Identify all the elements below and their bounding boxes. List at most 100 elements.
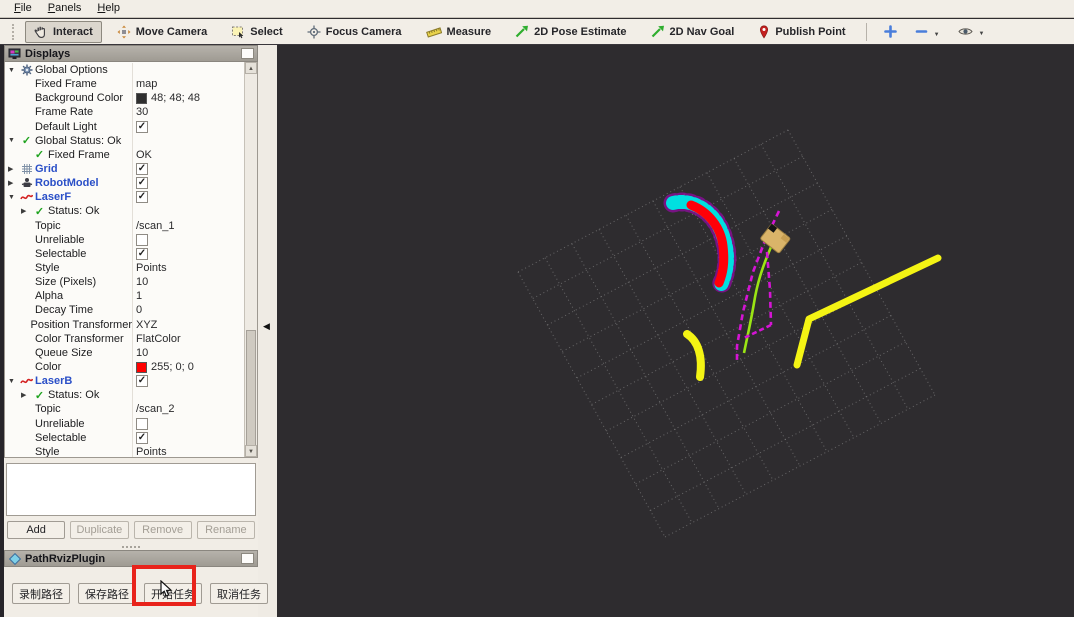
row-value-cell[interactable]: 0: [132, 304, 244, 316]
row-value-cell[interactable]: ✓: [132, 375, 244, 388]
checkbox-unchecked[interactable]: [136, 233, 148, 246]
color-swatch[interactable]: [136, 361, 147, 373]
tree-row-style[interactable]: Style Points: [5, 445, 244, 457]
tree-row-style[interactable]: Style Points: [5, 261, 244, 275]
row-value-cell[interactable]: ✓: [132, 191, 244, 204]
row-value-cell[interactable]: /scan_1: [132, 220, 244, 232]
row-value-cell[interactable]: 10: [132, 276, 244, 288]
row-value-cell[interactable]: map: [132, 78, 244, 90]
row-value-cell[interactable]: 10: [132, 347, 244, 359]
scroll-down-arrow[interactable]: ▼: [245, 445, 257, 457]
expander-open-icon[interactable]: ▼: [8, 378, 20, 385]
tool-eye-button[interactable]: ▼: [952, 22, 991, 41]
row-value-cell[interactable]: XYZ: [132, 319, 244, 331]
row-value-cell[interactable]: ✓: [132, 120, 244, 133]
panel-float-button[interactable]: [241, 48, 254, 59]
checkbox-checked[interactable]: ✓: [136, 375, 148, 388]
row-value-cell[interactable]: Points: [132, 446, 244, 457]
tree-row-queue-size[interactable]: Queue Size 10: [5, 346, 244, 360]
path-plugin-button-2[interactable]: 保存路径: [78, 583, 136, 604]
tool-publish-point[interactable]: Publish Point: [749, 21, 854, 43]
tree-row-fixed-frame[interactable]: Fixed Frame map: [5, 77, 244, 91]
tree-row-status-ok[interactable]: ▶ ✓ Status: Ok: [5, 204, 244, 218]
row-value-cell[interactable]: /scan_2: [132, 403, 244, 415]
tree-row-unreliable[interactable]: Unreliable: [5, 233, 244, 247]
panel-splitter-handle[interactable]: [4, 543, 258, 550]
color-swatch[interactable]: [136, 92, 147, 104]
row-value-cell[interactable]: ✓: [132, 431, 244, 444]
remove-button[interactable]: Remove: [133, 521, 192, 539]
tool-interact[interactable]: Interact: [25, 20, 102, 43]
panel-collapse-arrow-icon[interactable]: ◀: [263, 321, 270, 332]
expander-closed-icon[interactable]: ▶: [21, 207, 33, 215]
expander-closed-icon[interactable]: ▶: [8, 179, 20, 187]
row-value-cell[interactable]: Points: [132, 262, 244, 274]
expander-closed-icon[interactable]: ▶: [8, 165, 20, 173]
tree-row-frame-rate[interactable]: Frame Rate 30: [5, 105, 244, 119]
tree-row-grid[interactable]: ▶ Grid ✓: [5, 162, 244, 176]
menu-item-file[interactable]: File: [6, 1, 40, 16]
rename-button[interactable]: Rename: [196, 521, 255, 539]
row-value-cell[interactable]: OK: [132, 149, 244, 161]
menu-item-panels[interactable]: Panels: [40, 1, 90, 16]
tree-row-alpha[interactable]: Alpha 1: [5, 289, 244, 303]
row-value-cell[interactable]: 30: [132, 106, 244, 118]
checkbox-checked[interactable]: ✓: [136, 431, 148, 444]
add-button[interactable]: Add: [7, 521, 66, 539]
row-value-cell[interactable]: [132, 417, 244, 430]
tool-minus-button[interactable]: ▼: [909, 21, 946, 42]
checkbox-unchecked[interactable]: [136, 417, 148, 430]
row-value-cell[interactable]: ✓: [132, 247, 244, 260]
tree-row-default-light[interactable]: Default Light ✓: [5, 120, 244, 134]
checkbox-checked[interactable]: ✓: [136, 120, 148, 133]
row-value-cell[interactable]: 48; 48; 48: [132, 92, 244, 104]
tool-focus-camera[interactable]: Focus Camera: [298, 21, 411, 43]
displays-panel-header[interactable]: Displays: [4, 45, 258, 62]
tree-row-size-pixels-[interactable]: Size (Pixels) 10: [5, 275, 244, 289]
tree-row-color[interactable]: Color 255; 0; 0: [5, 360, 244, 374]
tree-row-color-transformer[interactable]: Color Transformer FlatColor: [5, 332, 244, 346]
tree-row-topic[interactable]: Topic/scan_2: [5, 402, 244, 416]
row-value-cell[interactable]: ✓: [132, 163, 244, 176]
expander-open-icon[interactable]: ▼: [8, 137, 20, 144]
plugin-float-button[interactable]: [241, 553, 254, 564]
tree-row-position-transformer[interactable]: Position Transformer XYZ: [5, 318, 244, 332]
tree-row-fixed-frame[interactable]: ✓ Fixed Frame OK: [5, 148, 244, 162]
checkbox-checked[interactable]: ✓: [136, 163, 148, 176]
tool-measure[interactable]: Measure: [417, 21, 501, 42]
tree-row-background-color[interactable]: Background Color 48; 48; 48: [5, 91, 244, 105]
expander-closed-icon[interactable]: ▶: [21, 391, 33, 399]
tree-row-global-options[interactable]: ▼ Global Options: [5, 63, 244, 77]
panel-resize-strip[interactable]: ◀: [258, 45, 277, 617]
checkbox-checked[interactable]: ✓: [136, 191, 148, 204]
tree-row-decay-time[interactable]: Decay Time 0: [5, 303, 244, 317]
tree-row-laserb[interactable]: ▼ LaserB ✓: [5, 374, 244, 388]
scroll-thumb[interactable]: [246, 330, 256, 450]
expander-open-icon[interactable]: ▼: [8, 67, 20, 74]
tree-row-status-ok[interactable]: ▶ ✓ Status: Ok: [5, 388, 244, 402]
checkbox-checked[interactable]: ✓: [136, 177, 148, 190]
tree-row-laserf[interactable]: ▼ LaserF ✓: [5, 190, 244, 204]
tree-row-unreliable[interactable]: Unreliable: [5, 417, 244, 431]
tool-2d-pose-estimate[interactable]: 2D Pose Estimate: [506, 21, 635, 42]
tool-move-camera[interactable]: Move Camera: [108, 21, 217, 43]
3d-viewport[interactable]: [277, 45, 1074, 617]
path-plugin-button-1[interactable]: 录制路径: [12, 583, 70, 604]
row-value-cell[interactable]: FlatColor: [132, 333, 244, 345]
row-value-cell[interactable]: 255; 0; 0: [132, 361, 244, 373]
duplicate-button[interactable]: Duplicate: [70, 521, 129, 539]
row-value-cell[interactable]: ✓: [132, 177, 244, 190]
tool-2d-nav-goal[interactable]: 2D Nav Goal: [642, 21, 744, 42]
tree-row-global-status-ok[interactable]: ▼ ✓ Global Status: Ok: [5, 134, 244, 148]
tree-row-selectable[interactable]: Selectable ✓: [5, 247, 244, 261]
tool-select[interactable]: Select: [222, 21, 291, 43]
tool-plus-button[interactable]: [878, 21, 903, 42]
path-plugin-header[interactable]: PathRvizPlugin: [4, 550, 258, 567]
expander-open-icon[interactable]: ▼: [8, 194, 20, 201]
row-value-cell[interactable]: [132, 233, 244, 246]
menu-item-help[interactable]: Help: [89, 1, 128, 16]
tree-row-robotmodel[interactable]: ▶ RobotModel ✓: [5, 176, 244, 190]
tree-row-selectable[interactable]: Selectable ✓: [5, 431, 244, 445]
row-value-cell[interactable]: 1: [132, 290, 244, 302]
path-plugin-button-4[interactable]: 取消任务: [210, 583, 268, 604]
